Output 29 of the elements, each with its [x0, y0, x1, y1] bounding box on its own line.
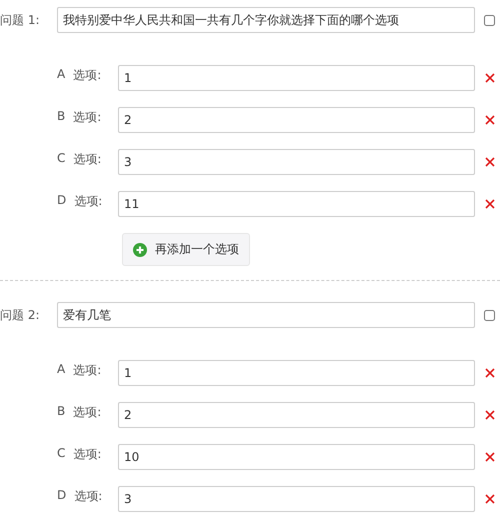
option-letter: C	[57, 151, 66, 167]
option-field[interactable]: 3	[118, 486, 475, 512]
option-label: 选项:	[73, 446, 102, 463]
option-letter: B	[57, 404, 66, 420]
option-field[interactable]: 11	[118, 191, 475, 217]
option-label: 选项:	[74, 193, 102, 210]
option-label: 选项:	[73, 151, 102, 168]
question-label: 问题 1:	[0, 12, 40, 28]
option-letter: D	[57, 193, 66, 209]
option-field[interactable]: 1	[118, 360, 475, 386]
option-field[interactable]: 10	[118, 444, 475, 470]
option-label: 选项:	[73, 67, 102, 84]
option-field[interactable]: 3	[118, 149, 475, 175]
add-option-button[interactable]: 再添加一个选项	[122, 233, 250, 266]
option-letter: C	[57, 446, 66, 462]
option-letter: A	[57, 362, 66, 378]
option-field[interactable]: 2	[118, 402, 475, 428]
option-field[interactable]: 2	[118, 107, 475, 133]
option-letter: D	[57, 488, 66, 504]
question-label: 问题 2:	[0, 306, 40, 324]
question-field[interactable]: 我特别爱中华人民共和国一共有几个字你就选择下面的哪个选项	[57, 7, 475, 33]
option-label: 选项:	[73, 109, 102, 126]
option-label: 选项:	[74, 488, 102, 505]
question-field[interactable]: 爱有几笔	[57, 302, 475, 328]
option-field[interactable]: 1	[118, 65, 475, 91]
option-letter: B	[57, 109, 66, 125]
option-label: 选项:	[73, 404, 102, 421]
option-letter: A	[57, 67, 66, 83]
option-label: 选项:	[73, 362, 102, 379]
